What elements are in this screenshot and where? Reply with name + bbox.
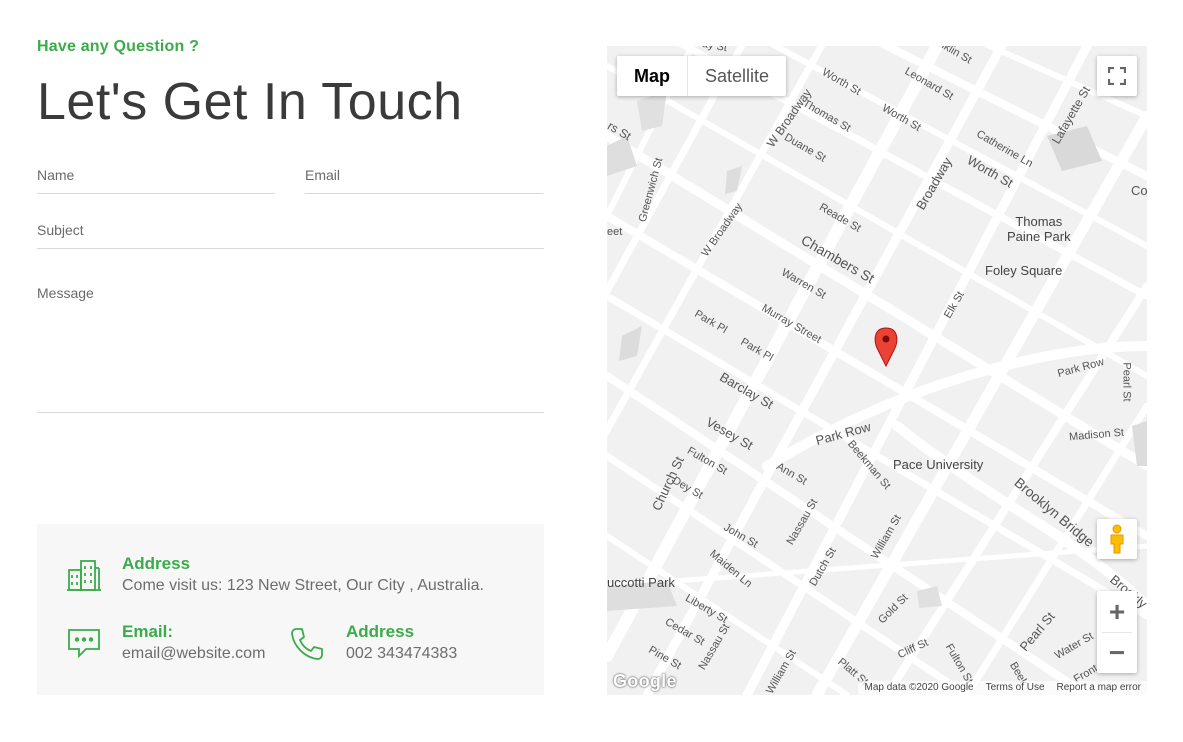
- place-label-pace-university: Pace University: [893, 457, 984, 472]
- place-label-zuccotti-park: uccotti Park: [607, 575, 675, 590]
- email-value[interactable]: email@website.com: [122, 645, 265, 663]
- terms-of-use-link[interactable]: Terms of Use: [980, 681, 1051, 695]
- street-label: eet: [607, 226, 623, 238]
- email-label: Email:: [122, 622, 174, 641]
- address-value: Come visit us: 123 New Street, Our City …: [122, 577, 484, 594]
- map-data-attribution: Map data ©2020 Google: [864, 682, 974, 693]
- phone-label: Address: [346, 622, 415, 641]
- subject-input[interactable]: [37, 222, 544, 238]
- building-icon: [67, 558, 101, 597]
- map-type-toggle: Map Satellite: [617, 56, 787, 96]
- pegman-icon: [1110, 524, 1124, 554]
- zoom-in-button[interactable]: +: [1097, 592, 1137, 632]
- street-label: Pearl St: [1120, 362, 1133, 402]
- map-footer: Map data ©2020 Google Terms of Use Repor…: [858, 681, 1147, 695]
- place-label-thomas-paine: Thomas Paine Park: [1007, 214, 1071, 244]
- message-field-wrapper: [37, 285, 544, 413]
- contact-info-box: Address Come visit us: 123 New Street, O…: [37, 524, 544, 695]
- address-label: Address: [122, 554, 191, 573]
- fullscreen-button[interactable]: [1097, 56, 1137, 96]
- phone-icon: [289, 626, 325, 667]
- subject-field-wrapper: [37, 222, 544, 249]
- email-field-wrapper: [305, 167, 543, 194]
- fullscreen-icon: [1108, 67, 1126, 85]
- section-eyebrow: Have any Question ?: [37, 38, 200, 55]
- report-map-error-link[interactable]: Report a map error: [1051, 681, 1147, 695]
- message-textarea[interactable]: [37, 285, 544, 395]
- zoom-out-button[interactable]: −: [1097, 633, 1137, 673]
- name-input[interactable]: [37, 167, 275, 183]
- place-label-foley-square: Foley Square: [985, 263, 1063, 278]
- google-logo[interactable]: Google: [613, 671, 677, 692]
- zoom-control: + −: [1097, 591, 1137, 673]
- email-input[interactable]: [305, 167, 543, 183]
- embedded-map[interactable]: ay St nklin St Worth St Leonard St W Bro…: [607, 46, 1147, 695]
- street-view-pegman-button[interactable]: [1097, 519, 1137, 559]
- street-label: Co: [1131, 183, 1147, 198]
- map-type-map-button[interactable]: Map: [617, 56, 687, 96]
- page-title: Let's Get In Touch: [37, 73, 463, 131]
- map-type-satellite-button[interactable]: Satellite: [687, 56, 786, 96]
- phone-value[interactable]: 002 343474383: [346, 645, 457, 663]
- name-field-wrapper: [37, 167, 275, 194]
- chat-bubble-icon: [67, 628, 101, 663]
